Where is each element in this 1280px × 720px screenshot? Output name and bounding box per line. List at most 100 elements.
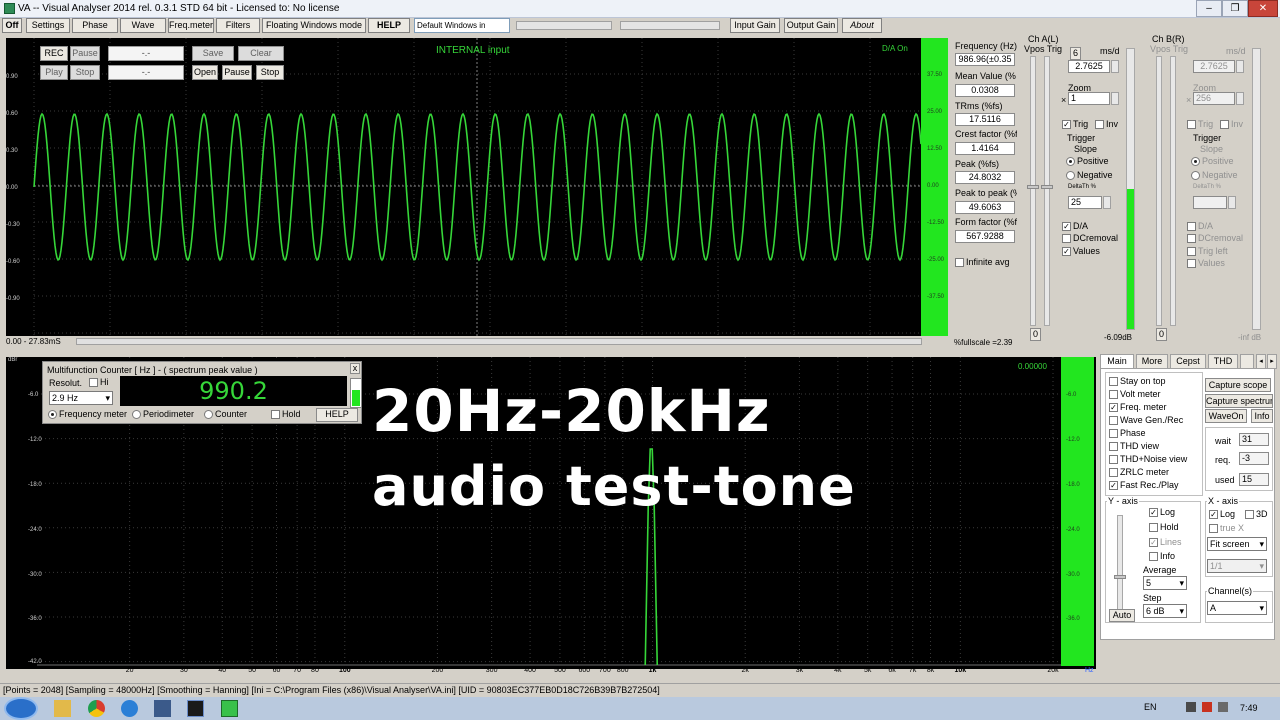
waveon-button[interactable]: WaveOn	[1205, 409, 1247, 423]
checkbox-box[interactable]	[1187, 247, 1196, 257]
rec-button[interactable]: REC	[40, 46, 68, 61]
minimize-button[interactable]: –	[1196, 0, 1222, 17]
cha-zoom-value[interactable]: 1	[1068, 92, 1110, 105]
chrome-icon[interactable]	[88, 700, 105, 717]
clear-button[interactable]: Clear	[238, 46, 284, 61]
chb-trig-slider[interactable]	[1170, 56, 1176, 326]
checkbox-box[interactable]	[89, 378, 98, 388]
internet-explorer-icon[interactable]	[121, 700, 138, 717]
yinfo-checkbox[interactable]: Info	[1149, 551, 1175, 562]
yhold-checkbox[interactable]: Hold	[1149, 522, 1179, 533]
option-checkbox[interactable]: ✓ Freq. meter	[1109, 402, 1167, 413]
mfc-resolution-select[interactable]: 2.9 Hz	[49, 391, 113, 405]
tab-cepst[interactable]: Cepst	[1170, 354, 1206, 369]
checkbox-box[interactable]	[1109, 442, 1118, 452]
mfc-hold-checkbox[interactable]: Hold	[271, 409, 301, 420]
checkbox-box[interactable]	[1109, 468, 1118, 478]
tab-scroll-left-icon[interactable]: ◂	[1256, 354, 1266, 369]
checkbox-box[interactable]	[1109, 390, 1118, 400]
mfc-hi-checkbox[interactable]: Hi	[89, 377, 109, 388]
cha-delta-spin[interactable]	[1103, 196, 1111, 209]
option-checkbox[interactable]: Phase	[1109, 428, 1146, 439]
radio-dot[interactable]	[1066, 171, 1075, 181]
capture-spectrum-button[interactable]: Capture spectrum	[1205, 394, 1273, 408]
radio-dot[interactable]	[1191, 171, 1200, 181]
checkbox-box[interactable]: ✓	[1209, 510, 1218, 520]
chb-dc-checkbox[interactable]: DCremoval	[1187, 233, 1243, 244]
x3d-checkbox[interactable]: 3D	[1245, 509, 1268, 520]
radio-dot[interactable]	[132, 410, 141, 420]
checkbox-box[interactable]: ✓	[1109, 481, 1118, 491]
option-checkbox[interactable]: Stay on top	[1109, 376, 1166, 387]
mfc-freq-radio[interactable]: Frequency meter	[48, 409, 127, 420]
language-indicator[interactable]: EN	[1144, 702, 1157, 712]
tray-network-icon[interactable]	[1186, 702, 1196, 712]
off-button[interactable]: Off	[2, 18, 22, 33]
radio-dot[interactable]	[204, 410, 213, 420]
chb-ms-spin[interactable]	[1236, 60, 1244, 73]
cha-6-button[interactable]: 6	[1070, 47, 1081, 60]
checkbox-box[interactable]	[1095, 120, 1104, 130]
yaxis-slider[interactable]	[1117, 515, 1123, 611]
pause2-button[interactable]: Pause	[222, 65, 252, 80]
close-button[interactable]: ✕	[1248, 0, 1278, 17]
checkbox-box[interactable]: ✓	[1149, 508, 1158, 518]
tray-flag-icon[interactable]	[1202, 702, 1212, 712]
tab-scroll-right-icon[interactable]: ▸	[1267, 354, 1277, 369]
chb-trig-checkbox[interactable]: Trig	[1187, 119, 1213, 130]
checkbox-box[interactable]	[1149, 552, 1158, 562]
output-gain-slider[interactable]	[620, 21, 720, 30]
wave-button[interactable]: Wave	[120, 18, 166, 33]
checkbox-box[interactable]: ✓	[1062, 120, 1071, 130]
cha-delta-value[interactable]: 25	[1068, 196, 1102, 209]
cha-zoom-spin[interactable]	[1111, 92, 1119, 105]
chb-vpos-slider[interactable]	[1156, 56, 1162, 326]
floating-windows-button[interactable]: Floating Windows mode	[262, 18, 366, 33]
mfc-help-button[interactable]: HELP	[316, 408, 358, 422]
tray-volume-icon[interactable]	[1218, 702, 1228, 712]
chb-trigleft-checkbox[interactable]: Trig left	[1187, 246, 1228, 257]
checkbox-box[interactable]	[1149, 523, 1158, 533]
mfc-period-radio[interactable]: Periodimeter	[132, 409, 194, 420]
ylines-checkbox[interactable]: ✓ Lines	[1149, 537, 1182, 548]
step-select[interactable]: 6 dB	[1143, 604, 1187, 618]
cha-dc-checkbox[interactable]: DCremoval	[1062, 233, 1118, 244]
chb-delta-value[interactable]	[1193, 196, 1227, 209]
start-button-icon[interactable]	[4, 697, 38, 720]
checkbox-box[interactable]	[1245, 510, 1254, 520]
help-button[interactable]: HELP	[368, 18, 410, 33]
settings-button[interactable]: Settings	[26, 18, 70, 33]
chb-da-checkbox[interactable]: D/A	[1187, 221, 1213, 232]
option-checkbox[interactable]: Volt meter	[1109, 389, 1161, 400]
cha-ms-value[interactable]: 2.7625	[1068, 60, 1110, 73]
play-button[interactable]: Play	[40, 65, 68, 80]
checkbox-box[interactable]	[1109, 429, 1118, 439]
cha-trig-slider[interactable]	[1044, 56, 1050, 326]
cha-negative-radio[interactable]: Negative	[1066, 170, 1113, 181]
fit-screen-select[interactable]: Fit screen	[1207, 537, 1267, 551]
checkbox-box[interactable]: ✓	[1149, 538, 1158, 548]
cha-values-checkbox[interactable]: ✓ Values	[1062, 246, 1100, 257]
info-button[interactable]: Info	[1251, 409, 1273, 423]
option-checkbox[interactable]: Wave Gen./Rec	[1109, 415, 1183, 426]
checkbox-box[interactable]	[1109, 416, 1118, 426]
yaxis-slider-thumb[interactable]	[1114, 575, 1126, 579]
pause-button[interactable]: Pause	[70, 46, 100, 61]
option-checkbox[interactable]: ✓ Fast Rec./Play	[1109, 480, 1179, 491]
cha-trig-thumb[interactable]	[1041, 185, 1053, 189]
radio-dot[interactable]	[1066, 157, 1075, 167]
chb-zoom-spin[interactable]	[1236, 92, 1244, 105]
freqmeter-button[interactable]: Freq.meter	[168, 18, 214, 33]
tab-thd[interactable]: THD	[1208, 354, 1238, 369]
cha-vpos-thumb[interactable]	[1027, 185, 1039, 189]
chb-inv-checkbox[interactable]: Inv	[1220, 119, 1243, 130]
tab-more-hidden[interactable]	[1240, 354, 1254, 369]
about-button[interactable]: About	[842, 18, 882, 33]
cha-trig-checkbox[interactable]: ✓ Trig	[1062, 119, 1088, 130]
checkbox-box[interactable]: ✓	[1062, 222, 1071, 232]
tab-main[interactable]: Main	[1100, 354, 1134, 369]
oscilloscope-display[interactable]: 0.90 0.60 0.30 0.00 -0.30 -0.60 -0.90 IN…	[6, 38, 921, 336]
checkbox-box[interactable]: ✓	[1109, 403, 1118, 413]
radio-dot[interactable]	[1191, 157, 1200, 167]
infinite-avg-checkbox[interactable]: Infinite avg	[955, 257, 1010, 268]
